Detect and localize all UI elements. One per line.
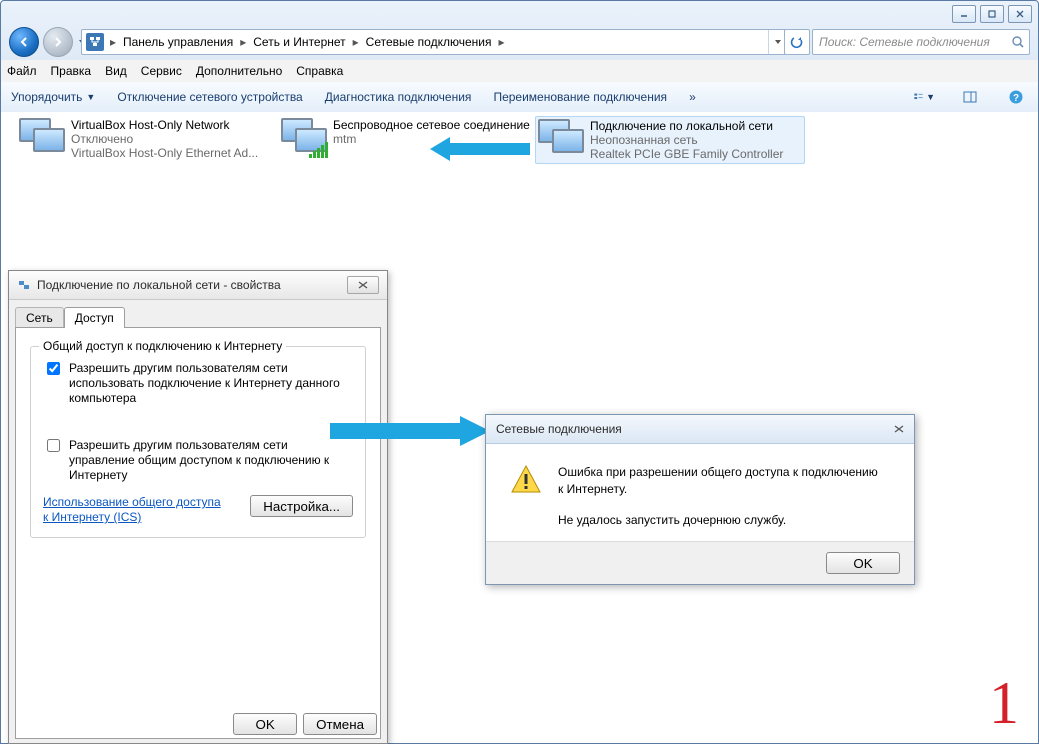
menu-edit[interactable]: Правка: [51, 64, 92, 78]
dialog-title: Подключение по локальной сети - свойства: [37, 278, 341, 292]
menu-view[interactable]: Вид: [105, 64, 127, 78]
allow-sharing-label: Разрешить другим пользователям сети испо…: [69, 361, 353, 406]
settings-button[interactable]: Настройка...: [250, 495, 353, 517]
network-adapter-icon: [538, 119, 582, 159]
menu-extra[interactable]: Дополнительно: [196, 64, 282, 78]
nav-back-button[interactable]: [9, 27, 39, 57]
error-ok-button[interactable]: OK: [826, 552, 900, 574]
connection-status: Отключено: [71, 132, 271, 146]
error-dialog-title: Сетевые подключения: [496, 422, 894, 436]
search-placeholder: Поиск: Сетевые подключения: [813, 35, 1007, 49]
warning-icon: [510, 464, 542, 496]
search-icon[interactable]: [1007, 35, 1029, 49]
breadcrumb-seg[interactable]: Панель управления: [119, 30, 237, 54]
ics-help-link[interactable]: Использование общего доступа к Интернету…: [43, 495, 223, 525]
error-line1: Ошибка при разрешении общего доступа к п…: [558, 464, 878, 498]
annotation-arrow-icon: [330, 413, 490, 449]
preview-pane-button[interactable]: [958, 85, 982, 109]
maximize-button[interactable]: [980, 5, 1004, 23]
refresh-button[interactable]: [784, 29, 810, 55]
breadcrumb-seg[interactable]: Сеть и Интернет: [249, 30, 349, 54]
cancel-button[interactable]: Отмена: [303, 713, 377, 735]
connection-title: Беспроводное сетевое соединение: [333, 118, 533, 132]
network-icon: [86, 33, 104, 51]
minimize-button[interactable]: [952, 5, 976, 23]
tab-network[interactable]: Сеть: [15, 307, 64, 328]
allow-sharing-checkbox[interactable]: [47, 362, 60, 375]
menu-file[interactable]: Файл: [7, 64, 37, 78]
wireless-adapter-icon: [281, 118, 325, 158]
connection-icon: [17, 278, 31, 292]
breadcrumb-bar[interactable]: ▸ Панель управления ▸ Сеть и Интернет ▸ …: [81, 29, 788, 55]
connection-item-vbox[interactable]: VirtualBox Host-Only Network Отключено V…: [19, 118, 271, 160]
connection-item-lan[interactable]: Подключение по локальной сети Неопознанн…: [535, 116, 805, 164]
breadcrumb-seg[interactable]: Сетевые подключения: [362, 30, 496, 54]
tab-panel-access: Общий доступ к подключению к Интернету Р…: [15, 327, 381, 739]
dialog-close-button[interactable]: [347, 276, 379, 294]
allow-control-checkbox[interactable]: [47, 439, 60, 452]
error-line2: Не удалось запустить дочернюю службу.: [558, 512, 878, 529]
nav-forward-button[interactable]: [43, 27, 73, 57]
connection-detail: VirtualBox Host-Only Ethernet Ad...: [71, 146, 271, 160]
organize-button[interactable]: Упорядочить▼: [11, 90, 95, 104]
connection-title: VirtualBox Host-Only Network: [71, 118, 271, 132]
annotation-number: 1: [989, 669, 1019, 738]
tab-access[interactable]: Доступ: [64, 307, 125, 328]
error-dialog: Сетевые подключения Ошибка при разрешени…: [485, 414, 915, 585]
svg-text:?: ?: [1013, 93, 1019, 104]
view-options-button[interactable]: ▼: [912, 85, 936, 109]
connection-detail: Realtek PCIe GBE Family Controller: [590, 147, 802, 161]
error-close-button[interactable]: [894, 422, 904, 436]
command-bar: Упорядочить▼ Отключение сетевого устройс…: [1, 82, 1038, 113]
menu-tools[interactable]: Сервис: [141, 64, 182, 78]
properties-dialog: Подключение по локальной сети - свойства…: [8, 270, 388, 744]
explorer-titlebar: ▸ Панель управления ▸ Сеть и Интернет ▸ …: [0, 0, 1039, 62]
ok-button[interactable]: OK: [233, 713, 297, 735]
menu-help[interactable]: Справка: [296, 64, 343, 78]
signal-bars-icon: [309, 142, 328, 158]
more-commands[interactable]: »: [689, 90, 696, 104]
help-button[interactable]: ?: [1004, 85, 1028, 109]
close-button[interactable]: [1008, 5, 1032, 23]
connection-title: Подключение по локальной сети: [590, 119, 802, 133]
allow-control-label: Разрешить другим пользователям сети упра…: [69, 438, 353, 483]
menu-bar: Файл Правка Вид Сервис Дополнительно Спр…: [1, 60, 1038, 83]
group-label: Общий доступ к подключению к Интернету: [39, 339, 286, 353]
disable-device-button[interactable]: Отключение сетевого устройства: [117, 90, 302, 104]
network-adapter-icon: [19, 118, 63, 158]
search-input[interactable]: Поиск: Сетевые подключения: [812, 29, 1030, 55]
connection-status: Неопознанная сеть: [590, 133, 802, 147]
diagnose-button[interactable]: Диагностика подключения: [325, 90, 472, 104]
annotation-arrow-icon: [430, 134, 530, 164]
rename-button[interactable]: Переименование подключения: [493, 90, 667, 104]
